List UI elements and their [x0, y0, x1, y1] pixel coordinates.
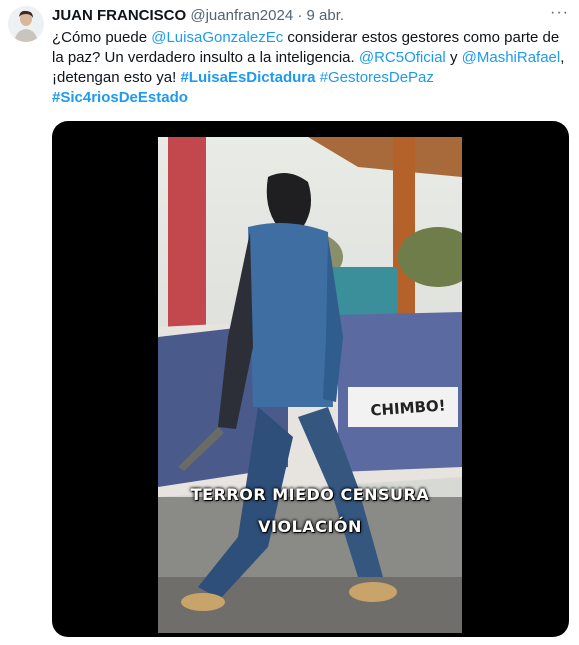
- tweet[interactable]: JUAN FRANCISCO @juanfran2024 · 9 abr. ··…: [0, 0, 579, 645]
- separator-dot: ·: [297, 7, 303, 24]
- mention-link[interactable]: #GestoresDePaz: [320, 69, 434, 86]
- tweet-text: ¿Cómo puede @LuisaGonzalezEc considerar …: [52, 28, 567, 108]
- hashtag-link[interactable]: #LuisaEsDictadura: [180, 69, 315, 86]
- mention-link[interactable]: @MashiRafael: [462, 49, 561, 66]
- video-caption-line1: TERROR MIEDO CENSURA: [190, 485, 430, 504]
- video-frame: TERROR MIEDO CENSURA VIOLACIÓN CHIMBO!: [158, 137, 462, 633]
- tweet-date[interactable]: 9 abr.: [307, 7, 345, 24]
- more-options-icon[interactable]: ···: [550, 4, 569, 22]
- tweet-text-segment: ¿Cómo puede: [52, 29, 152, 46]
- tweet-header: JUAN FRANCISCO @juanfran2024 · 9 abr.: [52, 6, 563, 26]
- avatar[interactable]: [8, 6, 44, 42]
- video-caption-line2: VIOLACIÓN: [258, 517, 362, 536]
- mention-link[interactable]: @LuisaGonzalezEc: [151, 29, 283, 46]
- video-media[interactable]: TERROR MIEDO CENSURA VIOLACIÓN CHIMBO!: [52, 121, 569, 637]
- author-handle[interactable]: @juanfran2024: [190, 7, 293, 24]
- avatar-image: [8, 6, 44, 42]
- video-thumbnail: [158, 137, 462, 633]
- author-name[interactable]: JUAN FRANCISCO: [52, 7, 186, 24]
- mention-link[interactable]: @RC5Oficial: [359, 49, 446, 66]
- hashtag-link[interactable]: #Sic4riosDeEstado: [52, 89, 188, 106]
- tweet-text-segment: y: [445, 49, 462, 66]
